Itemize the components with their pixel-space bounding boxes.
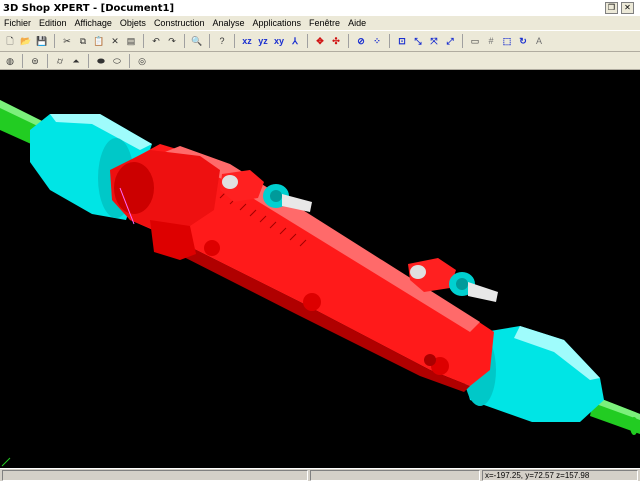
- cursor-coordinates: x=-197.25, y=72.57 z=157.98: [482, 470, 638, 481]
- standard-toolbar: 🗋 📂 💾 ✂ ⧉ 📋 ✕ ▤ ↶ ↷ 🔍? xz yz xy ⅄ ✥ ✣ ⊘ ⁘ ⊡ ⤡ ⤧ ⤢ ▭ # ⬚ ↻ A: [0, 30, 640, 52]
- restore-button[interactable]: ❐: [605, 2, 618, 14]
- toolbar-separator: [209, 34, 210, 48]
- tube-icon[interactable]: ⬭: [110, 54, 124, 68]
- copy-icon[interactable]: ⧉: [76, 34, 90, 48]
- extrude-icon[interactable]: ⬬: [94, 54, 108, 68]
- zoom-window-icon[interactable]: ⊡: [395, 34, 409, 48]
- lower-cylinder: [150, 220, 196, 260]
- menu-fenêtre[interactable]: Fenêtre: [305, 18, 344, 28]
- menu-affichage[interactable]: Affichage: [71, 18, 116, 28]
- grid-icon[interactable]: #: [484, 34, 498, 48]
- status-bar: x=-197.25, y=72.57 z=157.98: [0, 468, 640, 481]
- toolbar-separator: [307, 34, 308, 48]
- toolbar-separator: [129, 53, 130, 68]
- 3d-viewport[interactable]: [0, 70, 640, 468]
- rotate-icon[interactable]: ⊘: [354, 34, 368, 48]
- steering-rack-model: [0, 100, 640, 467]
- axis-triad: [1, 457, 11, 467]
- view-yz-icon[interactable]: yz: [256, 34, 270, 48]
- select-box-icon[interactable]: ⬚: [500, 34, 514, 48]
- properties-icon[interactable]: ▤: [124, 34, 138, 48]
- sphere-icon[interactable]: ◍: [3, 54, 17, 68]
- close-button[interactable]: ✕: [621, 2, 634, 14]
- toolbar-separator: [462, 34, 463, 48]
- cut-icon[interactable]: ✂: [60, 34, 74, 48]
- toolbar-separator: [143, 34, 144, 48]
- view-xy-icon[interactable]: xy: [272, 34, 286, 48]
- menu-edition[interactable]: Edition: [35, 18, 71, 28]
- open-icon[interactable]: 📂: [19, 34, 33, 48]
- save-icon[interactable]: 💾: [35, 34, 49, 48]
- menu-aide[interactable]: Aide: [344, 18, 370, 28]
- zoom-all-icon[interactable]: ⤢: [443, 34, 457, 48]
- mount-boss: [303, 293, 321, 311]
- view-iso-icon[interactable]: ⅄: [288, 34, 302, 48]
- help-icon[interactable]: ?: [215, 34, 229, 48]
- disk-icon[interactable]: ⊜: [28, 54, 42, 68]
- view-xz-icon[interactable]: xz: [240, 34, 254, 48]
- toolbar-separator: [184, 34, 185, 48]
- menu-bar: Fichier Edition Affichage Objets Constructio…: [0, 16, 640, 30]
- status-middle: [310, 470, 480, 481]
- paste-icon[interactable]: 📋: [92, 34, 106, 48]
- toolbar-separator: [348, 34, 349, 48]
- menu-analyse[interactable]: Analyse: [208, 18, 248, 28]
- mount-boss: [204, 240, 220, 256]
- refresh-icon[interactable]: ↻: [516, 34, 530, 48]
- menu-fichier[interactable]: Fichier: [0, 18, 35, 28]
- new-icon[interactable]: 🗋: [3, 34, 17, 48]
- window-title: 3D Shop XPERT - [Document1]: [3, 2, 175, 14]
- title-bar: 3D Shop XPERT - [Document1] ❐ ✕: [0, 0, 640, 16]
- toolbar-separator: [88, 53, 89, 68]
- zoom-extents-icon[interactable]: ⤧: [427, 34, 441, 48]
- toolbar-separator: [22, 53, 23, 68]
- torus-icon[interactable]: ◎: [135, 54, 149, 68]
- text-icon[interactable]: A: [532, 34, 546, 48]
- undo-icon[interactable]: ↶: [149, 34, 163, 48]
- pan-icon[interactable]: ✣: [329, 34, 343, 48]
- status-message: [2, 470, 308, 481]
- redo-icon[interactable]: ↷: [165, 34, 179, 48]
- toolbar-separator: [47, 53, 48, 68]
- move-icon[interactable]: ✥: [313, 34, 327, 48]
- toolbar-separator: [234, 34, 235, 48]
- toolbar-separator: [54, 34, 55, 48]
- cone-icon[interactable]: ⏶: [69, 54, 83, 68]
- menu-objets[interactable]: Objets: [116, 18, 150, 28]
- toolbar-separator: [389, 34, 390, 48]
- folder-icon[interactable]: ▭: [468, 34, 482, 48]
- cylinder-icon[interactable]: ⌭: [53, 54, 67, 68]
- zoom-in-icon[interactable]: ⤡: [411, 34, 425, 48]
- primitives-toolbar: ◍ ⊜ ⌭ ⏶ ⬬ ⬭ ◎: [0, 52, 640, 70]
- menu-applications[interactable]: Applications: [249, 18, 306, 28]
- delete-icon[interactable]: ✕: [108, 34, 122, 48]
- zoom-select-icon[interactable]: 🔍: [190, 34, 204, 48]
- center-icon[interactable]: ⁘: [370, 34, 384, 48]
- menu-construction[interactable]: Construction: [150, 18, 209, 28]
